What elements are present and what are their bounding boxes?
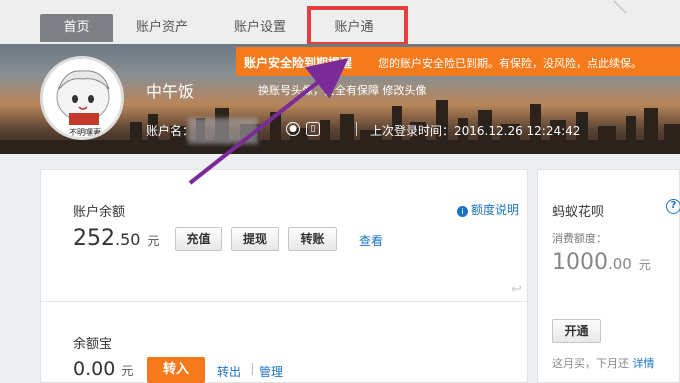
alert-message[interactable]: 您的账户安全险已到期。有保险，没风险，点此续保。 — [378, 55, 642, 71]
view-link[interactable]: 查看 — [359, 232, 383, 249]
help-icon[interactable]: ? — [666, 199, 680, 214]
huabei-panel: 蚂蚁花呗 ? 消费额度： 1000.00 元 开通 这月买，下月还 详情 — [537, 169, 680, 383]
huabei-quota-amount: 1000.00 元 — [552, 250, 651, 275]
withdraw-button[interactable]: 提现 — [231, 227, 279, 251]
alert-title: 账户安全险到期提醒 — [244, 56, 353, 70]
account-name-label: 账户名： — [146, 124, 195, 138]
transfer-button[interactable]: 转账 — [288, 227, 337, 251]
transfer-out-link[interactable]: 转出 — [217, 363, 241, 380]
avatar-tagline[interactable]: 换账号头像，安全有保障 修改头像 — [258, 82, 427, 98]
tab-home[interactable]: 首页 — [40, 14, 113, 42]
insurance-alert[interactable]: 账户安全险到期提醒 您的账户安全险已到期。有保险，没风险，点此续保。 — [236, 47, 680, 76]
divider — [41, 301, 527, 302]
huabei-title: 蚂蚁花呗 — [552, 205, 605, 220]
separator — [356, 122, 357, 136]
balance-label: 账户余额 — [73, 205, 126, 220]
info-icon: i — [457, 206, 468, 217]
phone-verified-icon[interactable]: ▯ — [306, 122, 320, 136]
huabei-details-link[interactable]: 详情 — [633, 357, 655, 370]
top-nav: 首页 账户资产 账户设置 账户通 — [0, 0, 680, 46]
avatar-caption: 不明嘿妻 — [69, 127, 101, 137]
huabei-note: 这月买，下月还 详情 — [552, 357, 655, 370]
open-huabei-button[interactable]: 开通 — [552, 319, 601, 343]
yuebao-amount: 0.00 元 — [73, 358, 134, 380]
yuebao-label: 余额宝 — [73, 337, 113, 352]
balance-panel: 账户余额 i 额度说明 252.50 元 充值 提现 转账 查看 ↩ 余额宝 0.… — [40, 169, 528, 383]
tab-account-assets[interactable]: 账户资产 — [124, 14, 200, 42]
redacted-name-area — [188, 118, 258, 144]
separator — [252, 363, 253, 375]
return-icon[interactable]: ↩ — [511, 282, 522, 297]
user-name: 中午饭 — [146, 82, 195, 101]
identity-verified-icon[interactable]: ● — [286, 122, 300, 136]
highlight-box — [307, 6, 408, 46]
avatar[interactable]: 不明嘿妻 — [40, 56, 124, 140]
last-login-time: 上次登录时间：2016.12.26 12:24:42 — [370, 124, 581, 138]
manage-link[interactable]: 管理 — [259, 363, 283, 380]
balance-amount: 252.50 元 — [73, 226, 160, 251]
transfer-in-button[interactable]: 转入 — [147, 357, 205, 383]
tab-account-settings[interactable]: 账户设置 — [222, 14, 298, 42]
corner-mark-icon — [601, 0, 627, 26]
recharge-button[interactable]: 充值 — [175, 227, 222, 251]
quota-explanation-link[interactable]: i 额度说明 — [457, 201, 519, 218]
huabei-quota-label: 消费额度： — [552, 232, 607, 245]
